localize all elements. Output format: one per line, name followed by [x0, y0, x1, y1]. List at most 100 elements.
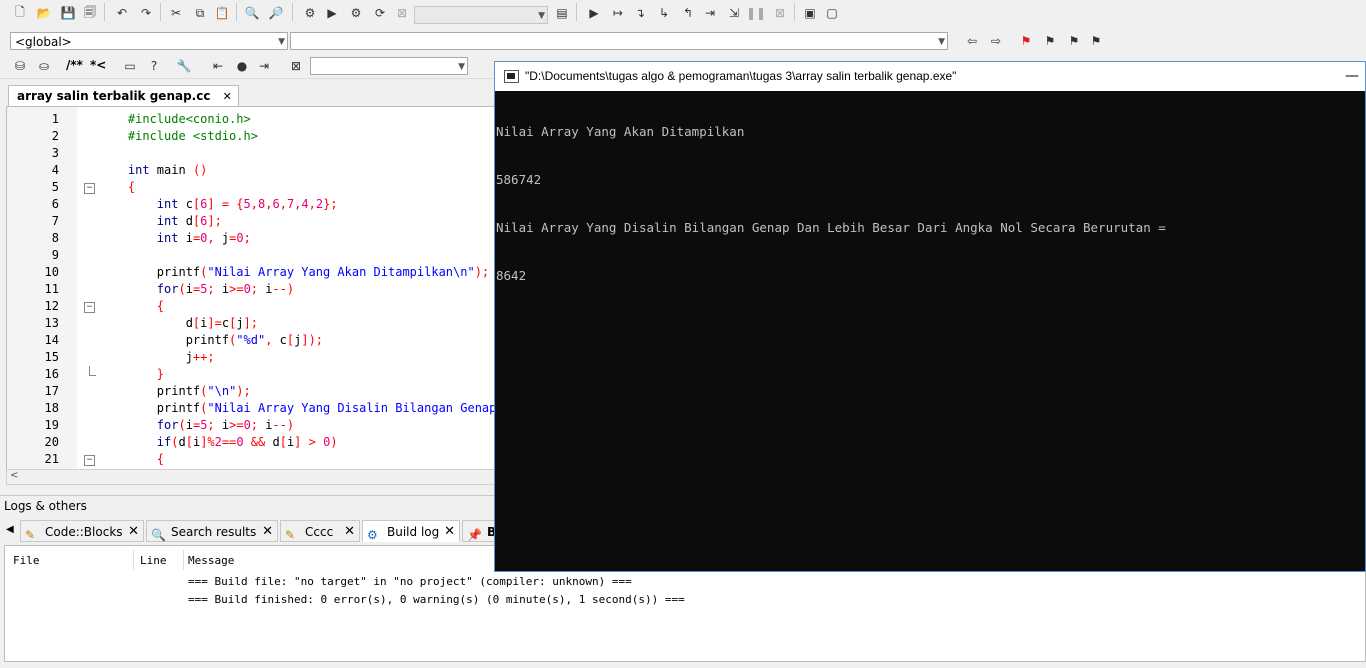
column-header-file[interactable]: File — [13, 554, 40, 567]
console-titlebar[interactable]: "D:\Documents\tugas algo & pemograman\tu… — [495, 62, 1365, 91]
code-line[interactable]: 3 — [7, 145, 497, 162]
code-line[interactable]: 4 int main () — [7, 162, 497, 179]
new-file-icon[interactable]: 🗋 — [10, 3, 30, 23]
doxywizard-icon[interactable]: ⛁ — [10, 56, 30, 76]
open-file-icon[interactable]: 📂 — [34, 3, 54, 23]
code-line[interactable]: 19 for(i=5; i>=0; i--) — [7, 417, 497, 434]
code-line[interactable]: 12 {− — [7, 298, 497, 315]
incremental-search-input[interactable]: ▼ — [310, 57, 468, 75]
scroll-left-icon[interactable]: < — [10, 470, 18, 481]
logs-scroll-left-icon[interactable]: ◀ — [6, 524, 14, 535]
target-dialog-icon[interactable]: ▤ — [552, 3, 572, 23]
clear-search-icon[interactable]: ⊠ — [286, 56, 306, 76]
tab-cccc[interactable]: ✎ Cccc ✕ — [280, 520, 360, 542]
code-line[interactable]: 14 printf("%d", c[j]); — [7, 332, 497, 349]
close-icon[interactable]: ✕ — [444, 521, 455, 543]
step-out-icon[interactable]: ↰ — [678, 3, 698, 23]
fold-toggle-icon[interactable]: − — [84, 183, 95, 194]
code-line[interactable]: 5 {− — [7, 179, 497, 196]
code-editor[interactable]: 1 #include<conio.h> 2 #include <stdio.h> 3… — [6, 106, 498, 470]
next-line-icon[interactable]: ↴ — [630, 3, 650, 23]
tab-search-results[interactable]: 🔍 Search results ✕ — [146, 520, 278, 542]
code-line[interactable]: 1 #include<conio.h> — [7, 111, 497, 128]
save-all-icon[interactable]: 🗐 — [80, 3, 100, 23]
clear-bookmarks-icon[interactable]: ⚑ — [1086, 31, 1106, 51]
log-message: === Build finished: 0 error(s), 0 warnin… — [188, 593, 685, 606]
code-line[interactable]: 11 for(i=5; i>=0; i--) — [7, 281, 497, 298]
build-run-icon[interactable]: ⚙ — [346, 3, 366, 23]
rebuild-icon[interactable]: ⟳ — [370, 3, 390, 23]
next-instruction-icon[interactable]: ⇥ — [700, 3, 720, 23]
editor-horizontal-scrollbar[interactable]: < — [6, 469, 496, 485]
code-line[interactable]: 9 — [7, 247, 497, 264]
editor-tab-active[interactable]: array salin terbalik genap.cc ✕ — [8, 85, 239, 106]
code-line[interactable]: 16 } — [7, 366, 497, 383]
minimize-icon[interactable]: — — [1345, 68, 1359, 84]
run-to-cursor-icon[interactable]: ↦ — [608, 3, 628, 23]
code-line[interactable]: 20 if(d[i]%2==0 && d[i] > 0) — [7, 434, 497, 451]
paste-icon[interactable]: 📋 — [212, 3, 232, 23]
extract-docs-icon[interactable]: ⛀ — [34, 56, 54, 76]
replace-icon[interactable]: 🔎 — [266, 3, 286, 23]
jump-forward-icon[interactable]: ⇨ — [986, 31, 1006, 51]
close-icon[interactable]: ✕ — [128, 521, 139, 543]
close-icon[interactable]: ✕ — [262, 521, 273, 543]
copy-icon[interactable]: ⧉ — [190, 3, 210, 23]
debug-windows-icon[interactable]: ▣ — [800, 3, 820, 23]
debug-run-icon[interactable]: ▶ — [584, 3, 604, 23]
code-line[interactable]: 15 j++; — [7, 349, 497, 366]
code-text: if(d[i]%2==0 && d[i] > 0) — [99, 434, 338, 451]
build-target-select[interactable]: ▼ — [414, 6, 548, 24]
column-header-line[interactable]: Line — [140, 554, 167, 567]
line-number: 10 — [44, 265, 59, 279]
code-line[interactable]: 6 int c[6] = {5,8,6,7,4,2}; — [7, 196, 497, 213]
fold-toggle-icon[interactable]: − — [84, 455, 95, 466]
console-window[interactable]: "D:\Documents\tugas algo & pemograman\tu… — [494, 61, 1366, 572]
step-into-icon[interactable]: ↳ — [654, 3, 674, 23]
code-line[interactable]: 17 printf("\n"); — [7, 383, 497, 400]
run-html-icon[interactable]: ▭ — [120, 56, 140, 76]
column-header-message[interactable]: Message — [188, 554, 234, 567]
tab-codeblocks[interactable]: ✎ Code::Blocks ✕ — [20, 520, 144, 542]
code-line[interactable]: 21 {− — [7, 451, 497, 468]
next-bookmark-icon[interactable]: ⚑ — [1064, 31, 1084, 51]
find-icon[interactable]: 🔍 — [242, 3, 262, 23]
code-token: >= — [229, 418, 244, 432]
undo-icon[interactable]: ↶ — [112, 3, 132, 23]
tab-label: Search results — [171, 525, 257, 539]
redo-icon[interactable]: ↷ — [136, 3, 156, 23]
next-change-icon[interactable]: ⇥ — [254, 56, 274, 76]
debug-info-icon[interactable]: ▢ — [822, 3, 842, 23]
comment-line-button[interactable]: *< — [90, 58, 106, 72]
abort-icon[interactable]: ⊠ — [392, 3, 412, 23]
prev-change-icon[interactable]: ⇤ — [208, 56, 228, 76]
close-icon[interactable]: ✕ — [344, 521, 355, 543]
run-chm-icon[interactable]: ? — [144, 56, 164, 76]
scope-select[interactable]: <global> ▼ — [10, 32, 288, 50]
code-token: i — [258, 418, 273, 432]
save-icon[interactable]: 💾 — [58, 3, 78, 23]
run-icon[interactable]: ▶ — [322, 3, 342, 23]
step-instruction-icon[interactable]: ⇲ — [724, 3, 744, 23]
config-icon[interactable]: 🔧 — [174, 56, 194, 76]
code-line[interactable]: 8 int i=0, j=0; — [7, 230, 497, 247]
code-line[interactable]: 2 #include <stdio.h> — [7, 128, 497, 145]
pause-icon[interactable]: ❚❚ — [746, 3, 766, 23]
cut-icon[interactable]: ✂ — [166, 3, 186, 23]
code-line[interactable]: 10 printf("Nilai Array Yang Akan Ditampi… — [7, 264, 497, 281]
tab-build-log[interactable]: ⚙ Build log ✕ — [362, 520, 460, 542]
toggle-bookmark-icon[interactable]: ⚑ — [1016, 31, 1036, 51]
bullet-icon[interactable]: ● — [232, 56, 252, 76]
code-token: --) — [272, 282, 295, 296]
comment-block-button[interactable]: /** — [66, 58, 83, 72]
jump-back-icon[interactable]: ⇦ — [962, 31, 982, 51]
stop-debug-icon[interactable]: ⊠ — [770, 3, 790, 23]
prev-bookmark-icon[interactable]: ⚑ — [1040, 31, 1060, 51]
code-line[interactable]: 7 int d[6]; — [7, 213, 497, 230]
fold-toggle-icon[interactable]: − — [84, 302, 95, 313]
build-icon[interactable]: ⚙ — [300, 3, 320, 23]
close-tab-icon[interactable]: ✕ — [223, 90, 232, 103]
code-line[interactable]: 18 printf("Nilai Array Yang Disalin Bila… — [7, 400, 497, 417]
code-line[interactable]: 13 d[i]=c[j]; — [7, 315, 497, 332]
symbol-select[interactable]: ▼ — [290, 32, 948, 50]
